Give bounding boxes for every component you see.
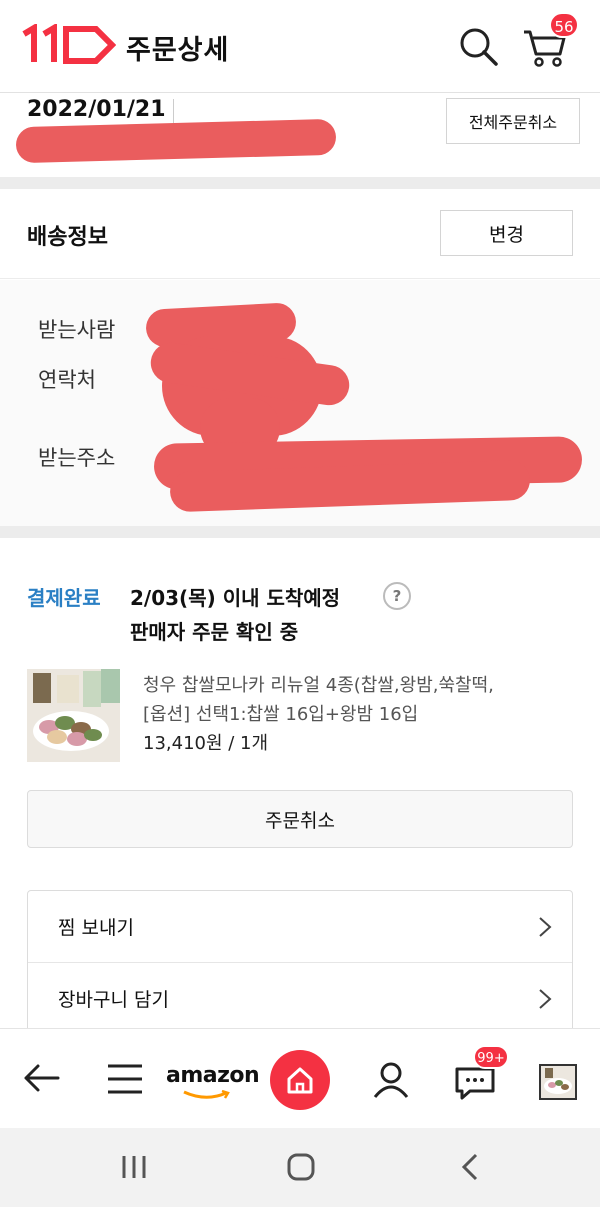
shipping-info-body: 받는사람 연락처 받는주소 [0, 280, 600, 526]
shipping-info-header: 배송정보 변경 [0, 189, 600, 279]
menu-icon[interactable] [106, 1063, 144, 1099]
product-thumbnail[interactable] [27, 669, 120, 762]
chat-count-badge: 99+ [473, 1045, 509, 1069]
cart-count-badge: 56 [549, 12, 579, 38]
bottom-navigation: amazon 99+ [0, 1028, 600, 1128]
help-icon[interactable]: ? [383, 582, 411, 610]
user-icon[interactable] [372, 1061, 410, 1103]
home-icon[interactable] [287, 1153, 315, 1185]
recent-apps-icon[interactable] [120, 1154, 148, 1184]
amazon-logo[interactable]: amazon [166, 1063, 260, 1099]
order-cancel-button[interactable]: 주문취소 [27, 790, 573, 848]
search-icon[interactable] [456, 24, 500, 68]
chevron-right-icon [538, 916, 552, 942]
product-name[interactable]: 청우 찹쌀모나카 리뉴얼 4종(찹쌀,왕밤,쑥찰떡, [143, 671, 583, 697]
11st-logo[interactable] [22, 22, 117, 68]
action-menu: 찜 보내기 장바구니 담기 [27, 890, 573, 1040]
chat-icon[interactable] [454, 1065, 496, 1105]
product-option: [옵션] 선택1:찹쌀 16입+왕밤 16입 [143, 704, 419, 725]
seller-status: 판매자 주문 확인 중 [130, 620, 299, 644]
app-header: 주문상세 56 [0, 0, 600, 93]
section-title: 배송정보 [27, 225, 108, 250]
page-title: 주문상세 [126, 35, 230, 66]
divider [173, 99, 174, 123]
order-status-section: 결제완료 2/03(목) 이내 도착예정 ? 판매자 주문 확인 중 청우 찹쌀… [0, 538, 600, 1040]
back-icon[interactable] [22, 1063, 60, 1097]
order-date: 2022/01/21 [27, 97, 166, 122]
chevron-right-icon [538, 988, 552, 1014]
change-shipping-button[interactable]: 변경 [440, 210, 573, 256]
contact-label: 연락처 [38, 368, 96, 392]
recent-item-thumb[interactable] [539, 1064, 577, 1100]
section-divider [0, 177, 600, 189]
redaction-mark [15, 118, 337, 164]
order-summary-row: 2022/01/21 전체주문취소 [0, 93, 600, 177]
home-button[interactable] [270, 1050, 330, 1110]
section-divider [0, 526, 600, 538]
product-price: 13,410원 / 1개 [143, 733, 269, 754]
send-wishlist-item[interactable]: 찜 보내기 [28, 891, 572, 963]
system-navigation-bar [0, 1128, 600, 1207]
add-to-cart-item[interactable]: 장바구니 담기 [28, 963, 572, 1035]
menu-item-label: 찜 보내기 [58, 917, 134, 939]
menu-item-label: 장바구니 담기 [58, 989, 169, 1011]
address-label: 받는주소 [38, 446, 116, 470]
home-icon [287, 1067, 313, 1094]
recipient-label: 받는사람 [38, 318, 116, 342]
payment-status-tag: 결제완료 [27, 586, 101, 610]
amazon-label: amazon [166, 1063, 260, 1088]
cancel-all-orders-button[interactable]: 전체주문취소 [446, 98, 580, 144]
arrival-estimate: 2/03(목) 이내 도착예정 [130, 586, 341, 610]
back-icon[interactable] [460, 1153, 480, 1185]
